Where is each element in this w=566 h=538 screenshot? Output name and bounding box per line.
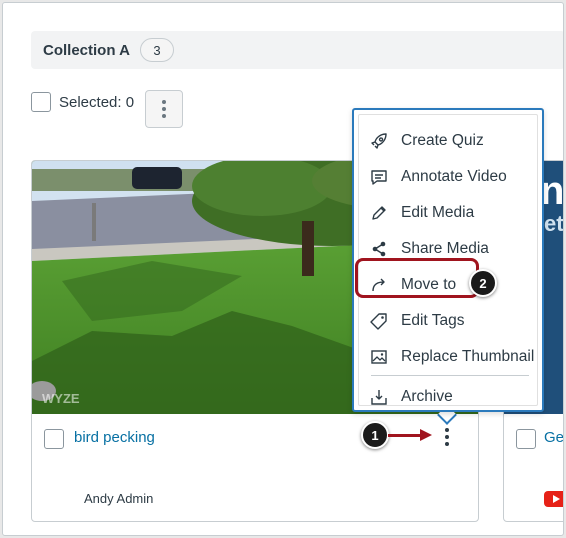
- callout-arrow-line: [388, 434, 424, 437]
- menu-item-label: Edit Tags: [401, 312, 465, 329]
- menu-item-label: Archive: [401, 388, 453, 405]
- thumbnail-watermark: WYZE: [42, 391, 80, 406]
- archive-icon: [369, 387, 389, 407]
- menu-divider: [371, 375, 529, 376]
- menu-item-label: Annotate Video: [401, 168, 507, 185]
- callout-badge-1: 1: [361, 421, 389, 449]
- pencil-icon: [369, 203, 389, 223]
- rocket-icon: [369, 131, 389, 151]
- thumbnail-subtext: et: [544, 211, 564, 236]
- menu-item-annotate-video[interactable]: Annotate Video: [359, 159, 539, 195]
- callout-arrow-icon: [420, 429, 432, 441]
- select-all-checkbox[interactable]: [31, 92, 51, 112]
- menu-item-label: Replace Thumbnail: [401, 348, 535, 365]
- media-title-link[interactable]: bird pecking: [74, 429, 155, 446]
- callout-badge-2: 2: [469, 269, 497, 297]
- media-owner: Andy Admin: [84, 491, 154, 506]
- image-icon: [369, 347, 389, 367]
- menu-item-label: Create Quiz: [401, 132, 484, 149]
- tag-icon: [369, 311, 389, 331]
- collection-count-badge: 3: [139, 38, 174, 62]
- menu-item-edit-tags[interactable]: Edit Tags: [359, 303, 539, 339]
- selected-count-label: Selected: 0: [59, 93, 135, 111]
- comment-icon: [369, 167, 389, 187]
- menu-item-edit-media[interactable]: Edit Media: [359, 195, 539, 231]
- card-options-button[interactable]: [444, 427, 450, 451]
- kebab-icon: [162, 100, 166, 118]
- collection-header[interactable]: Collection A 3: [31, 31, 563, 69]
- move-to-highlight: [355, 258, 479, 298]
- menu-item-replace-thumbnail[interactable]: Replace Thumbnail: [359, 339, 539, 375]
- media-title-link[interactable]: Ge: [544, 429, 563, 446]
- collection-title: Collection A: [43, 41, 130, 59]
- share-icon: [369, 239, 389, 259]
- kebab-icon: [445, 428, 449, 446]
- menu-item-create-quiz[interactable]: Create Quiz: [359, 123, 539, 159]
- selection-row: Selected: 0: [31, 92, 134, 112]
- menu-item-label: Edit Media: [401, 204, 475, 221]
- menu-item-label: Share Media: [401, 240, 489, 257]
- card-select-checkbox[interactable]: [44, 429, 64, 449]
- bulk-actions-button[interactable]: [145, 90, 183, 128]
- youtube-icon: [544, 491, 563, 507]
- card-select-checkbox[interactable]: [516, 429, 536, 449]
- menu-item-archive[interactable]: Archive: [359, 379, 539, 415]
